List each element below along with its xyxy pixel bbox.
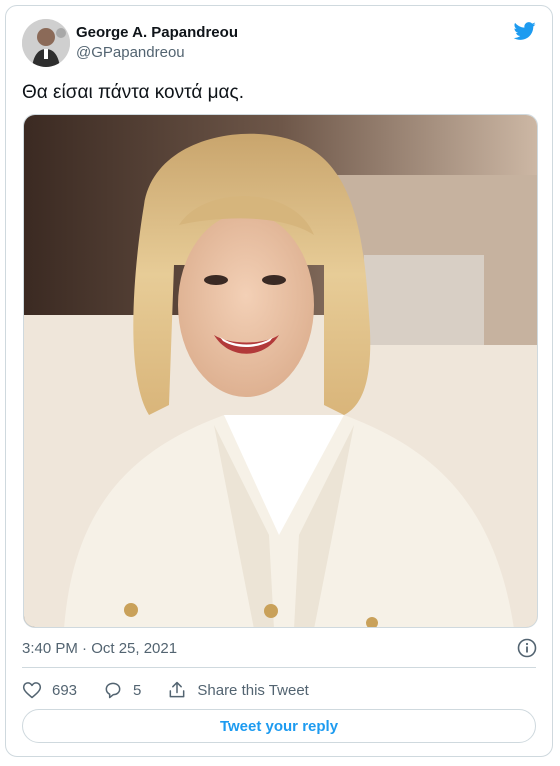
reply-count-button[interactable]: 5 xyxy=(103,680,141,700)
tweet-actions: 693 5 Share this Tweet xyxy=(22,678,335,702)
twitter-bird-icon[interactable] xyxy=(512,20,538,42)
author-name[interactable]: George A. Papandreou xyxy=(76,23,238,43)
tweet-timestamp[interactable]: 3:40 PM · Oct 25, 2021 xyxy=(22,639,177,659)
share-label: Share this Tweet xyxy=(197,681,309,699)
tweet-your-reply-button[interactable]: Tweet your reply xyxy=(22,709,536,743)
tweet-author[interactable]: George A. Papandreou @GPapandreou xyxy=(76,23,238,63)
tweet-text: Θα είσαι πάντα κοντά μας. xyxy=(22,82,244,103)
reply-count: 5 xyxy=(133,681,142,699)
share-icon xyxy=(169,681,185,698)
author-handle[interactable]: @GPapandreou xyxy=(76,43,238,63)
comment-icon xyxy=(105,682,121,699)
divider xyxy=(22,667,536,668)
info-icon[interactable] xyxy=(517,638,537,658)
tweet-card[interactable]: George A. Papandreou @GPapandreou Θα είσ… xyxy=(5,5,553,757)
like-button[interactable]: 693 xyxy=(22,680,77,700)
share-button[interactable]: Share this Tweet xyxy=(167,680,309,700)
tweet-photo[interactable] xyxy=(23,114,538,628)
like-count: 693 xyxy=(52,681,78,699)
heart-icon xyxy=(22,682,42,699)
avatar[interactable] xyxy=(22,19,70,67)
